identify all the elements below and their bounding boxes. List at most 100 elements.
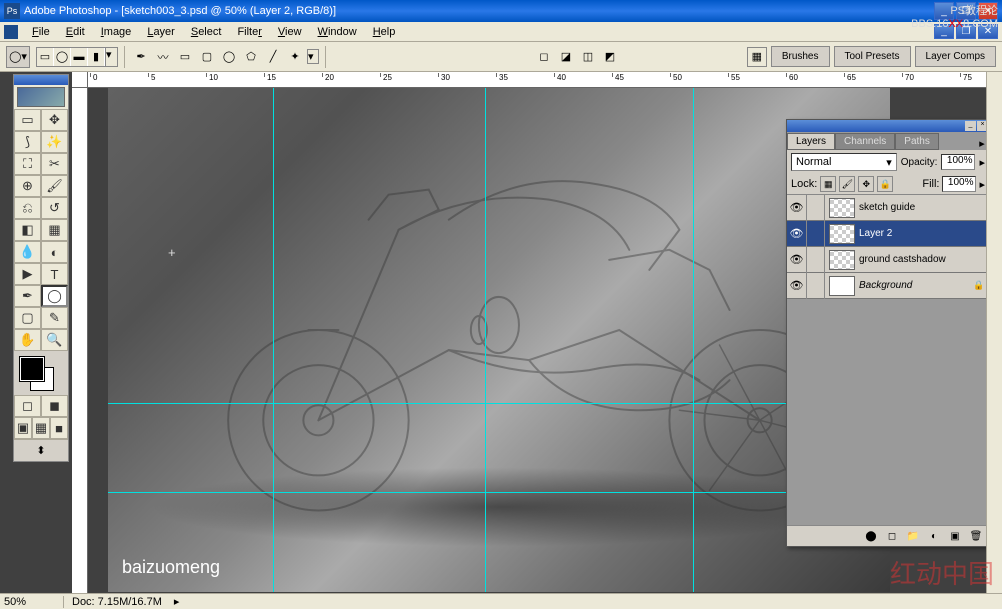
layer-mask-button[interactable]: ◻ (883, 528, 901, 544)
crop-tool[interactable]: ⛶ (14, 153, 41, 175)
layer-row[interactable]: 👁 ground castshadow (787, 247, 989, 273)
tab-channels[interactable]: Channels (835, 133, 895, 150)
blend-mode-select[interactable]: Normal▾ (791, 153, 897, 171)
line-shape-icon[interactable]: ╱ (263, 47, 283, 67)
freeform-pen-icon[interactable]: 〰 (153, 47, 173, 67)
combine-subtract-icon[interactable]: ◪ (556, 47, 576, 67)
layer-row[interactable]: 👁Background🔒 (787, 273, 989, 299)
shape-ellipse-icon[interactable]: ◯ (54, 48, 70, 66)
link-toggle[interactable] (807, 195, 825, 221)
layer-thumbnail[interactable] (829, 224, 855, 244)
menu-help[interactable]: Help (365, 24, 404, 40)
fill-slider-button[interactable]: ▸ (979, 178, 985, 191)
delete-layer-button[interactable]: 🗑 (967, 528, 985, 544)
zoom-tool[interactable]: 🔍 (41, 329, 68, 351)
shape-picker-dropdown[interactable]: ▾ (307, 49, 319, 64)
layer-row[interactable]: 👁 sketch guide (787, 195, 989, 221)
doc-size[interactable]: Doc: 7.15M/16.7M (64, 596, 170, 608)
menu-file[interactable]: FFileile (24, 24, 58, 40)
document-canvas[interactable]: + baizuomeng (108, 88, 890, 592)
guide-horizontal[interactable] (108, 492, 890, 493)
jump-to-imageready[interactable]: ⬍ (14, 439, 68, 461)
shape-rect-icon[interactable]: ▭ (37, 48, 53, 66)
vertical-scrollbar[interactable] (986, 72, 1002, 593)
lock-position-icon[interactable]: ✥ (858, 176, 874, 192)
layer-name[interactable]: Layer 2 (859, 228, 973, 239)
layer-thumbnail[interactable] (829, 276, 855, 296)
pen-path-icon[interactable]: ✒ (131, 47, 151, 67)
link-toggle[interactable] (807, 221, 825, 247)
menu-edit[interactable]: Edit (58, 24, 93, 40)
lock-all-icon[interactable]: 🔒 (877, 176, 893, 192)
menu-select[interactable]: Select (183, 24, 230, 40)
eyedropper-tool[interactable]: ✎ (41, 307, 68, 329)
rect-shape-icon[interactable]: ▭ (175, 47, 195, 67)
polygon-shape-icon[interactable]: ⬠ (241, 47, 261, 67)
ps-menu-icon[interactable] (4, 25, 18, 39)
opacity-slider-button[interactable]: ▸ (979, 156, 985, 169)
foreground-color[interactable] (20, 357, 44, 381)
slice-tool[interactable]: ✂ (41, 153, 68, 175)
fill-input[interactable]: 100% (942, 176, 976, 192)
adjustment-layer-button[interactable]: ◐ (925, 528, 943, 544)
panel-minimize-button[interactable]: _ (965, 121, 976, 131)
brush-tool[interactable]: 🖌 (41, 175, 68, 197)
quickmask-mode-button[interactable]: ◼ (41, 395, 68, 417)
visibility-toggle[interactable]: 👁 (787, 221, 807, 247)
panel-titlebar[interactable]: _ × (787, 120, 989, 132)
custom-shape-icon[interactable]: ✦ (285, 47, 305, 67)
ruler-origin[interactable] (72, 72, 88, 88)
layer-name[interactable]: sketch guide (859, 202, 973, 213)
guide-vertical[interactable] (693, 88, 694, 592)
eraser-tool[interactable]: ◧ (14, 219, 41, 241)
toolbox-grip[interactable] (14, 75, 68, 85)
tab-brushes[interactable]: Brushes (771, 46, 830, 67)
tool-preset-picker[interactable]: ◯▾ (6, 46, 30, 68)
lasso-tool[interactable]: ⟆ (14, 131, 41, 153)
move-tool[interactable]: ✥ (41, 109, 68, 131)
guide-horizontal[interactable] (108, 403, 890, 404)
layer-row[interactable]: 👁 Layer 2 (787, 221, 989, 247)
layer-name[interactable]: ground castshadow (859, 254, 973, 265)
standard-mode-button[interactable]: ◻ (14, 395, 41, 417)
combine-exclude-icon[interactable]: ◩ (600, 47, 620, 67)
notes-tool[interactable]: ▢ (14, 307, 41, 329)
status-menu-arrow[interactable]: ▸ (170, 595, 184, 608)
pen-tool[interactable]: ✒ (14, 285, 41, 307)
visibility-toggle[interactable]: 👁 (787, 273, 807, 299)
visibility-toggle[interactable]: 👁 (787, 247, 807, 273)
screen-menubar-button[interactable]: ▦ (32, 417, 50, 439)
layer-set-button[interactable]: 📁 (904, 528, 922, 544)
layer-thumbnail[interactable] (829, 198, 855, 218)
path-select-tool[interactable]: ▶ (14, 263, 41, 285)
layer-thumbnail[interactable] (829, 250, 855, 270)
tab-layers[interactable]: Layers (787, 133, 835, 150)
marquee-tool[interactable]: ▭ (14, 109, 41, 131)
menu-window[interactable]: Window (310, 24, 365, 40)
menu-filter[interactable]: Filter (229, 24, 269, 40)
menu-layer[interactable]: Layer (139, 24, 183, 40)
hand-tool[interactable]: ✋ (14, 329, 41, 351)
blur-tool[interactable]: 💧 (14, 241, 41, 263)
ellipse-shape-icon[interactable]: ◯ (219, 47, 239, 67)
tab-paths[interactable]: Paths (895, 133, 939, 150)
visibility-toggle[interactable]: 👁 (787, 195, 807, 221)
shape-row-icon[interactable]: ▬ (71, 48, 87, 66)
screen-full-button[interactable]: ■ (50, 417, 68, 439)
shape-col-icon[interactable]: ▮ (88, 48, 104, 66)
lock-pixels-icon[interactable]: 🖌 (839, 176, 855, 192)
guide-vertical[interactable] (485, 88, 486, 592)
combine-intersect-icon[interactable]: ◫ (578, 47, 598, 67)
history-brush-tool[interactable]: ↺ (41, 197, 68, 219)
menu-image[interactable]: Image (93, 24, 140, 40)
shape-tool[interactable]: ◯ (41, 285, 68, 307)
heal-tool[interactable]: ⊕ (14, 175, 41, 197)
link-toggle[interactable] (807, 273, 825, 299)
wand-tool[interactable]: ✨ (41, 131, 68, 153)
type-tool[interactable]: T (41, 263, 68, 285)
stamp-tool[interactable]: ⎌ (14, 197, 41, 219)
shape-options-dropdown[interactable]: ▾ (105, 48, 117, 66)
gradient-tool[interactable]: ▦ (41, 219, 68, 241)
layer-name[interactable]: Background (859, 280, 973, 291)
dodge-tool[interactable]: ◐ (41, 241, 68, 263)
